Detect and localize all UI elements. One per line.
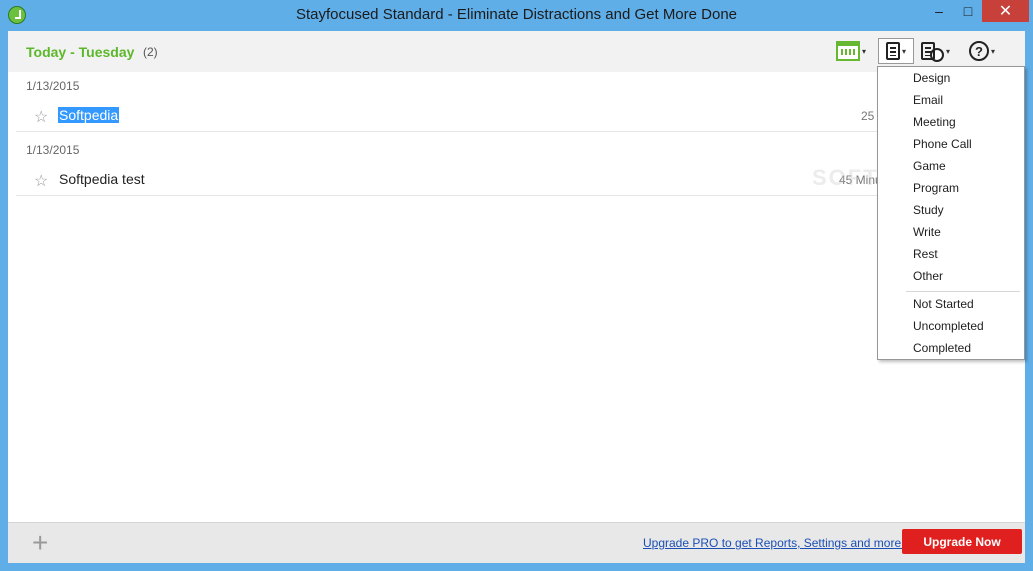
menu-item-rest[interactable]: Rest: [913, 247, 938, 261]
task-duration: 25: [861, 109, 875, 123]
maximize-button[interactable]: □: [954, 0, 982, 22]
menu-item-meeting[interactable]: Meeting: [913, 115, 956, 129]
menu-item-not-started[interactable]: Not Started: [913, 297, 974, 311]
help-button[interactable]: ? ▾: [969, 38, 995, 64]
main-content: Today - Tuesday (2) ▾ ▾ ▾ ? ▾ 1/13/2015: [8, 31, 1025, 563]
task-date: 1/13/2015: [26, 143, 80, 157]
close-button[interactable]: ✕: [982, 0, 1029, 22]
task-type-filter-button[interactable]: ▾: [878, 38, 914, 64]
menu-item-program[interactable]: Program: [913, 181, 959, 195]
menu-item-completed[interactable]: Completed: [913, 341, 971, 355]
title-bar[interactable]: Stayfocused Standard - Eliminate Distrac…: [0, 0, 1033, 31]
add-task-button[interactable]: +: [32, 527, 48, 559]
menu-divider: [906, 291, 1020, 292]
upgrade-now-button[interactable]: Upgrade Now: [902, 529, 1022, 554]
day-heading: Today - Tuesday: [26, 44, 135, 60]
menu-item-game[interactable]: Game: [913, 159, 946, 173]
star-icon[interactable]: ☆: [34, 107, 48, 127]
menu-item-phone-call[interactable]: Phone Call: [913, 137, 972, 151]
task-name[interactable]: Softpedia test: [58, 171, 146, 187]
chevron-down-icon: ▾: [901, 46, 906, 56]
menu-item-uncompleted[interactable]: Uncompleted: [913, 319, 984, 333]
clipboard-clock-icon: [921, 42, 935, 60]
task-date: 1/13/2015: [26, 79, 80, 93]
day-header: Today - Tuesday (2) ▾ ▾ ▾ ? ▾: [8, 31, 1025, 72]
app-window: Stayfocused Standard - Eliminate Distrac…: [0, 0, 1033, 571]
menu-item-other[interactable]: Other: [913, 269, 943, 283]
menu-item-design[interactable]: Design: [913, 71, 950, 85]
clipboard-list-icon: [885, 42, 900, 60]
footer-bar: + Upgrade PRO to get Reports, Settings a…: [8, 522, 1025, 563]
calendar-icon: [836, 41, 860, 61]
menu-item-study[interactable]: Study: [913, 203, 944, 217]
calendar-button[interactable]: ▾: [836, 38, 866, 64]
upgrade-pro-link[interactable]: Upgrade PRO to get Reports, Settings and…: [643, 536, 904, 550]
task-row[interactable]: ☆ Softpedia 25: [16, 101, 1025, 132]
chevron-down-icon: ▾: [946, 46, 951, 56]
menu-item-write[interactable]: Write: [913, 225, 941, 239]
schedule-button[interactable]: ▾: [921, 38, 950, 64]
menu-item-email[interactable]: Email: [913, 93, 943, 107]
task-name[interactable]: Softpedia: [58, 107, 120, 123]
help-icon: ?: [969, 41, 989, 61]
minimize-button[interactable]: –: [924, 0, 954, 22]
star-icon[interactable]: ☆: [34, 171, 48, 191]
window-title: Stayfocused Standard - Eliminate Distrac…: [295, 6, 738, 23]
chevron-down-icon: ▾: [862, 46, 867, 56]
chevron-down-icon: ▾: [991, 46, 996, 56]
task-count: (2): [143, 45, 158, 59]
task-type-dropdown-menu: Design Email Meeting Phone Call Game Pro…: [877, 66, 1025, 360]
